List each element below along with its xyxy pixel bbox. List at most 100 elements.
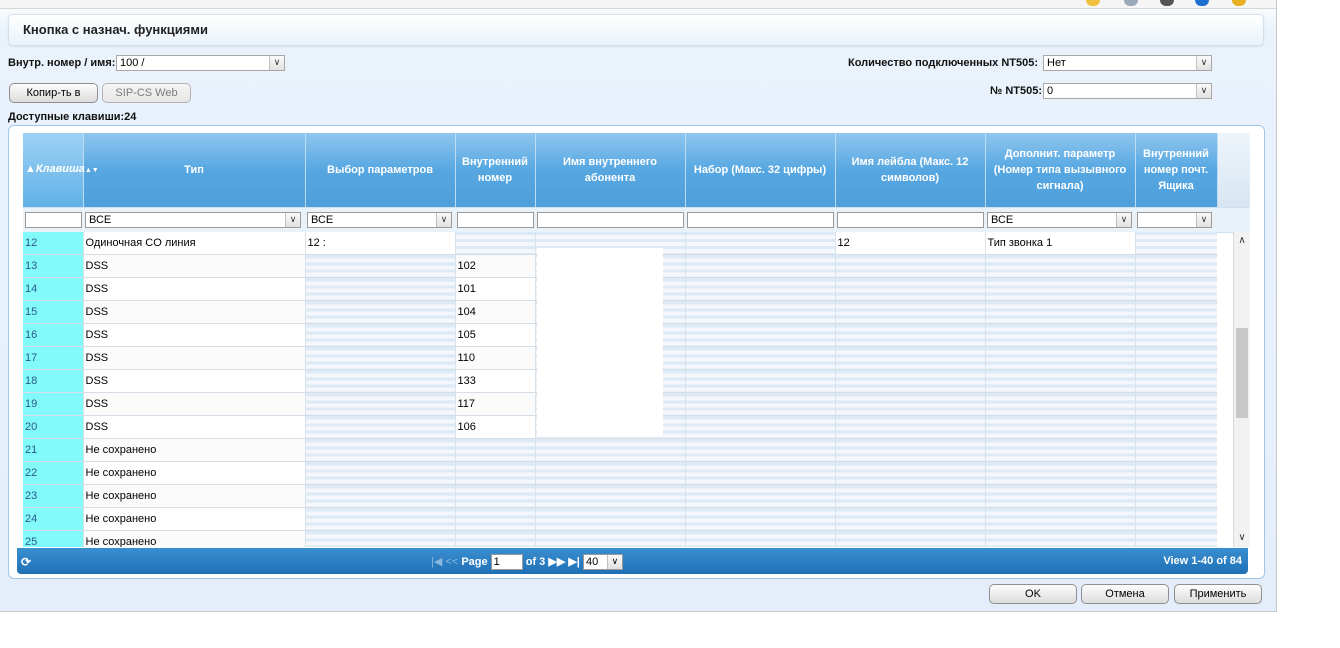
toolbar-icon-1[interactable] <box>1086 0 1100 6</box>
last-page-icon[interactable]: ▶| <box>568 556 580 568</box>
column-header-ext-name[interactable]: Имя внутреннего абонента <box>535 133 686 207</box>
cell-label-name[interactable] <box>835 530 986 547</box>
cell-mailbox[interactable] <box>1135 484 1217 508</box>
cell-params[interactable] <box>305 300 456 324</box>
cell-label-name[interactable] <box>835 507 986 531</box>
cell-extension[interactable] <box>455 461 536 485</box>
cell-type[interactable]: Одиночная CO линия <box>83 232 306 255</box>
table-row[interactable]: 21 Не сохранено <box>23 438 1217 462</box>
cell-extra-param[interactable] <box>985 530 1136 547</box>
cell-dial[interactable] <box>685 254 836 278</box>
cell-extension[interactable] <box>455 438 536 462</box>
cell-extra-param[interactable] <box>985 323 1136 347</box>
filter-label-input[interactable] <box>837 212 984 228</box>
cell-params[interactable] <box>305 254 456 278</box>
cell-type[interactable]: DSS <box>83 300 306 324</box>
cell-type[interactable]: DSS <box>83 392 306 416</box>
cell-params[interactable] <box>305 392 456 416</box>
column-header-label-name[interactable]: Имя лейбла (Макс. 12 символов) <box>835 133 986 207</box>
cell-type[interactable]: DSS <box>83 277 306 301</box>
page-number-input[interactable]: 1 <box>490 554 523 570</box>
column-header-type[interactable]: Тип <box>83 133 306 207</box>
cell-key[interactable]: 21 <box>23 438 84 462</box>
scrollbar-thumb[interactable] <box>1236 328 1248 418</box>
cell-dial[interactable] <box>685 484 836 508</box>
cell-params[interactable] <box>305 530 456 547</box>
cell-mailbox[interactable] <box>1135 415 1217 439</box>
cell-label-name[interactable] <box>835 484 986 508</box>
extension-select[interactable]: 100 / ∨ <box>116 55 285 71</box>
cell-extra-param[interactable] <box>985 461 1136 485</box>
cell-mailbox[interactable] <box>1135 461 1217 485</box>
cell-ext-name[interactable] <box>535 461 686 485</box>
cell-mailbox[interactable] <box>1135 232 1217 255</box>
cell-key[interactable]: 17 <box>23 346 84 370</box>
cell-dial[interactable] <box>685 530 836 547</box>
cell-type[interactable]: DSS <box>83 323 306 347</box>
cell-extra-param[interactable] <box>985 346 1136 370</box>
cell-label-name[interactable] <box>835 461 986 485</box>
column-header-key[interactable]: ▲Клавиша▲▼ <box>23 133 99 207</box>
cell-extension[interactable] <box>455 507 536 531</box>
cell-ext-name[interactable] <box>535 438 686 462</box>
column-header-dial[interactable]: Набор (Макс. 32 цифры) <box>685 133 836 207</box>
cell-type[interactable]: DSS <box>83 415 306 439</box>
cell-key[interactable]: 15 <box>23 300 84 324</box>
cell-key[interactable]: 13 <box>23 254 84 278</box>
rows-per-page-select[interactable]: 40 ∨ <box>582 554 623 570</box>
cell-params[interactable]: 12 : <box>305 232 456 255</box>
cell-mailbox[interactable] <box>1135 323 1217 347</box>
apply-button[interactable]: Применить <box>1174 584 1262 604</box>
cell-type[interactable]: DSS <box>83 346 306 370</box>
help-icon[interactable] <box>1195 0 1209 6</box>
cell-key[interactable]: 22 <box>23 461 84 485</box>
next-page-icon[interactable]: ▶▶ <box>548 556 565 568</box>
cell-extension[interactable]: 105 <box>455 323 536 347</box>
cell-extension[interactable] <box>455 484 536 508</box>
table-row[interactable]: 22 Не сохранено <box>23 461 1217 485</box>
cell-ext-name[interactable] <box>535 530 686 547</box>
cell-params[interactable] <box>305 461 456 485</box>
cell-mailbox[interactable] <box>1135 300 1217 324</box>
filter-extension-input[interactable] <box>457 212 534 228</box>
column-header-extra-param[interactable]: Дополнит. параметр (Номер типа вызывного… <box>985 133 1136 207</box>
cell-key[interactable]: 20 <box>23 415 84 439</box>
cell-extra-param[interactable] <box>985 254 1136 278</box>
cell-type[interactable]: Не сохранено <box>83 438 306 462</box>
filter-ext-name-input[interactable] <box>537 212 684 228</box>
cell-extension[interactable]: 133 <box>455 369 536 393</box>
cell-key[interactable]: 24 <box>23 507 84 531</box>
cell-mailbox[interactable] <box>1135 346 1217 370</box>
cell-label-name[interactable] <box>835 415 986 439</box>
cell-label-name[interactable] <box>835 438 986 462</box>
cell-type[interactable]: DSS <box>83 369 306 393</box>
cell-dial[interactable] <box>685 438 836 462</box>
cell-extra-param[interactable] <box>985 507 1136 531</box>
sip-cs-web-button[interactable]: SIP-CS Web <box>102 83 191 103</box>
cell-key[interactable]: 18 <box>23 369 84 393</box>
filter-key-input[interactable] <box>25 212 82 228</box>
cell-params[interactable] <box>305 438 456 462</box>
table-row[interactable]: 25 Не сохранено <box>23 530 1217 547</box>
cell-params[interactable] <box>305 346 456 370</box>
cell-key[interactable]: 23 <box>23 484 84 508</box>
cell-extension[interactable]: 104 <box>455 300 536 324</box>
filter-extra-select[interactable]: ВСЕ ∨ <box>987 212 1132 228</box>
cell-extra-param[interactable] <box>985 392 1136 416</box>
cell-dial[interactable] <box>685 392 836 416</box>
cell-dial[interactable] <box>685 323 836 347</box>
filter-type-select[interactable]: ВСЕ ∨ <box>85 212 301 228</box>
cell-label-name[interactable] <box>835 346 986 370</box>
cell-extension[interactable] <box>455 530 536 547</box>
cell-key[interactable]: 14 <box>23 277 84 301</box>
cell-extra-param[interactable] <box>985 438 1136 462</box>
cell-params[interactable] <box>305 507 456 531</box>
cell-extension[interactable]: 101 <box>455 277 536 301</box>
cell-ext-name[interactable] <box>535 507 686 531</box>
cell-mailbox[interactable] <box>1135 530 1217 547</box>
table-row[interactable]: 23 Не сохранено <box>23 484 1217 508</box>
scroll-down-icon[interactable]: ∨ <box>1234 531 1250 545</box>
cell-extension[interactable]: 102 <box>455 254 536 278</box>
toolbar-icon-3[interactable] <box>1160 0 1174 6</box>
cell-mailbox[interactable] <box>1135 507 1217 531</box>
